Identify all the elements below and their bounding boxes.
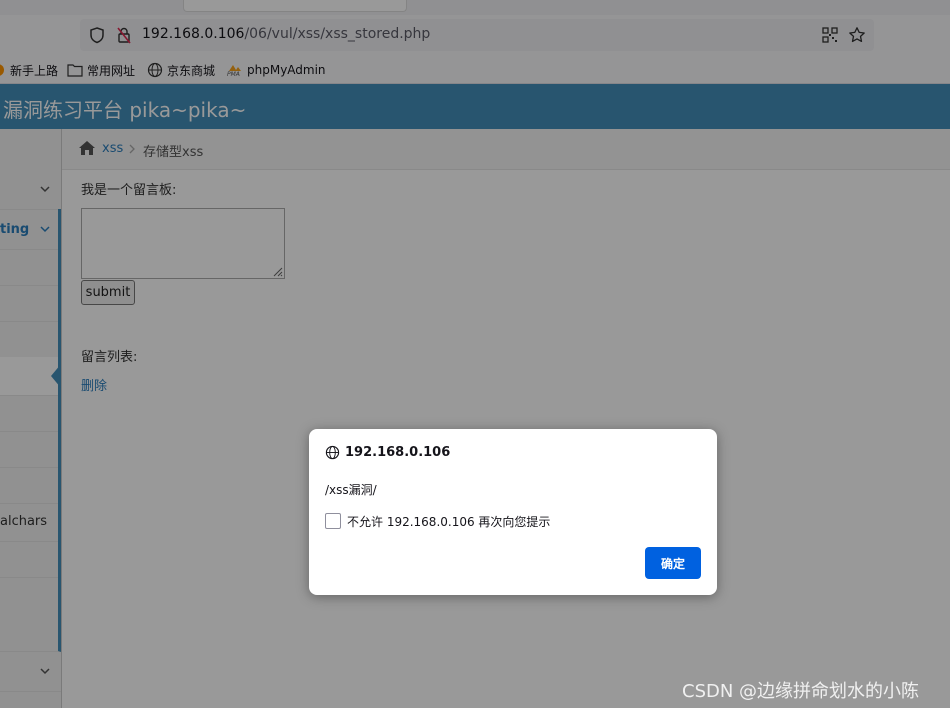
ok-button[interactable]: 确定 bbox=[645, 547, 701, 579]
alert-dialog: 192.168.0.106 /xss漏洞/ 不允许 192.168.0.106 … bbox=[309, 429, 717, 595]
suppress-checkbox[interactable] bbox=[325, 513, 341, 529]
watermark: CSDN @边缘拼命划水的小陈 bbox=[682, 681, 920, 702]
suppress-checkbox-label[interactable]: 不允许 192.168.0.106 再次向您提示 bbox=[347, 513, 550, 530]
dialog-host-text: 192.168.0.106 bbox=[345, 445, 451, 460]
dialog-origin: 192.168.0.106 bbox=[325, 445, 450, 460]
globe-icon bbox=[325, 445, 340, 460]
dialog-message: /xss漏洞/ bbox=[325, 483, 377, 497]
modal-overlay bbox=[0, 0, 950, 708]
